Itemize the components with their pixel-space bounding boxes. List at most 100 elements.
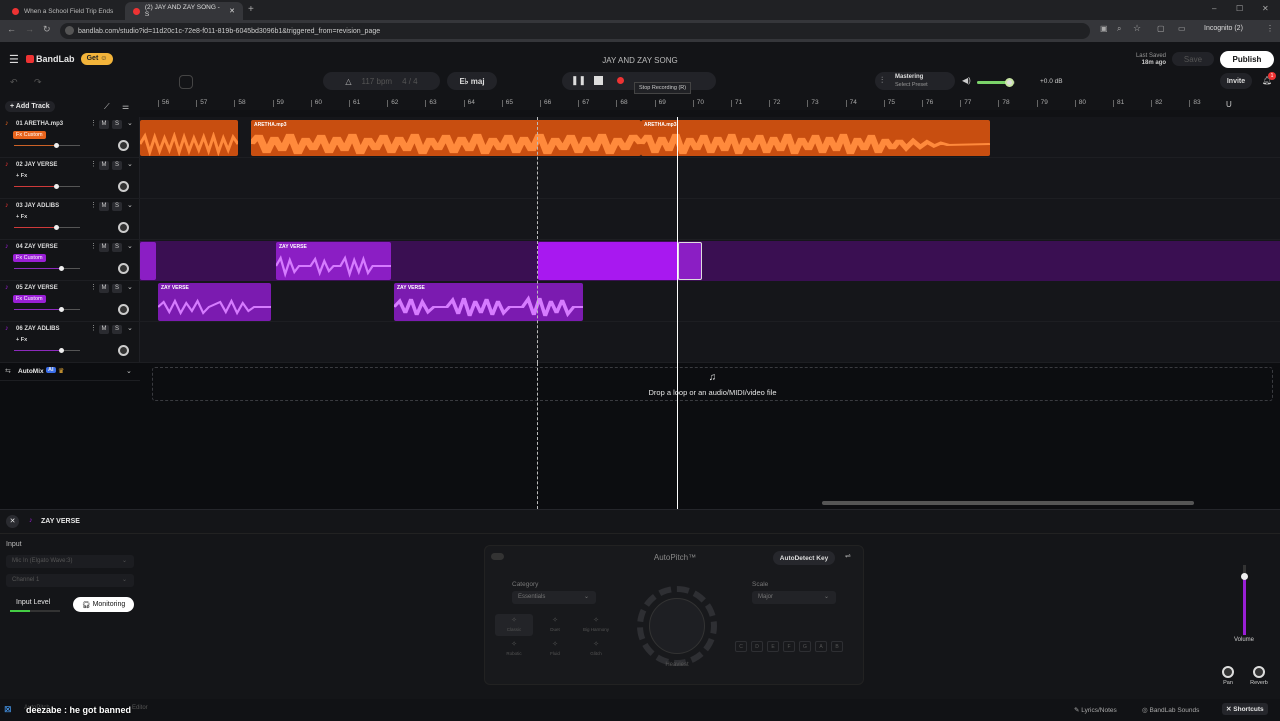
volume-knob[interactable] xyxy=(58,307,64,312)
mastering-button[interactable]: ⫶ Mastering Select Preset xyxy=(875,72,955,90)
pan-knob[interactable] xyxy=(118,140,129,151)
pan-knob[interactable] xyxy=(118,222,129,233)
track-header[interactable]: ♪ 06 ZAY ADLIBS ⋮ M S ⌄ + Fx xyxy=(0,322,140,363)
close-panel-icon[interactable]: ✕ xyxy=(6,515,19,528)
effect-tile[interactable]: ✧ Big Harmony xyxy=(577,614,615,636)
volume-slider[interactable] xyxy=(14,307,80,312)
chevron-down-icon[interactable]: ⌄ xyxy=(127,119,133,127)
clip-aretha-b[interactable]: ARETHA.mp3 xyxy=(641,120,990,156)
editor-tab[interactable]: Editor xyxy=(132,705,148,711)
track-lanes[interactable]: ARETHA.mp3 ARETHA.mp3 ZAY VERSE ZAY VERS… xyxy=(140,117,1280,363)
chevron-down-icon[interactable]: ⌄ xyxy=(126,367,132,375)
autopitch-dial[interactable] xyxy=(637,586,717,666)
record-icon[interactable] xyxy=(617,77,624,84)
pan-knob[interactable] xyxy=(118,345,129,356)
track-header[interactable]: ♪ 04 ZAY VERSE ⋮ M S ⌄ Fx Custom xyxy=(0,240,140,281)
volume-knob[interactable] xyxy=(54,225,60,230)
effect-tile[interactable]: ✧ Fluid xyxy=(536,638,574,660)
solo-button[interactable]: S xyxy=(112,284,122,293)
playhead[interactable] xyxy=(677,117,678,363)
volume-slider[interactable] xyxy=(14,266,80,271)
volume-knob[interactable] xyxy=(54,143,60,148)
volume-knob[interactable] xyxy=(58,348,64,353)
project-title[interactable]: JAY AND ZAY SONG xyxy=(0,56,1280,65)
master-volume-slider[interactable] xyxy=(977,78,1015,87)
bpm-value[interactable]: 117 bpm xyxy=(362,77,393,86)
volume-knob[interactable] xyxy=(54,184,60,189)
fx-button[interactable]: Fx Custom xyxy=(13,295,46,303)
more-options-icon[interactable]: ⋮ xyxy=(90,160,97,168)
fx-button[interactable]: + Fx xyxy=(13,213,30,221)
key-button[interactable]: C xyxy=(735,641,747,652)
key-button[interactable]: E xyxy=(767,641,779,652)
forward-icon[interactable]: → xyxy=(25,24,34,34)
track-header[interactable]: ♪ 03 JAY ADLIBS ⋮ M S ⌄ + Fx xyxy=(0,199,140,240)
url-field[interactable]: bandlab.com/studio?id=11d20c1c-72e8-f011… xyxy=(60,23,1090,39)
recording-region[interactable] xyxy=(538,242,680,280)
key-button[interactable]: A xyxy=(815,641,827,652)
stop-icon[interactable] xyxy=(594,76,603,85)
close-tab-icon[interactable]: ✕ xyxy=(229,7,235,15)
redo-icon[interactable]: ↷ xyxy=(34,77,42,88)
mute-button[interactable]: M xyxy=(99,120,109,129)
tab-search-icon[interactable]: ▢ xyxy=(1157,24,1165,33)
fx-button[interactable]: Fx Custom xyxy=(13,131,46,139)
autodetect-key-button[interactable]: AutoDetect Key xyxy=(773,551,835,565)
fx-button[interactable]: + Fx xyxy=(13,172,30,180)
volume-slider[interactable] xyxy=(14,184,80,189)
new-tab-icon[interactable]: + xyxy=(248,4,254,15)
solo-button[interactable]: S xyxy=(112,243,122,252)
mute-button[interactable]: M xyxy=(99,202,109,211)
bookmark-star-icon[interactable]: ☆ xyxy=(1133,23,1141,34)
settings-sliders-icon[interactable]: ⇌ xyxy=(845,552,851,560)
effect-tile[interactable]: ✧ Robotic xyxy=(495,638,533,660)
save-button[interactable]: Save xyxy=(1172,52,1214,66)
publish-button[interactable]: Publish xyxy=(1220,51,1274,68)
more-options-icon[interactable]: ⋮ xyxy=(90,119,97,127)
lyrics-notes-tab[interactable]: ✎ Lyrics/Notes xyxy=(1074,706,1117,714)
more-options-icon[interactable]: ⋮ xyxy=(90,283,97,291)
recording-edge[interactable] xyxy=(678,242,702,280)
chevron-down-icon[interactable]: ⌄ xyxy=(127,283,133,291)
mute-button[interactable]: M xyxy=(99,161,109,170)
pan-knob[interactable] xyxy=(1222,666,1234,678)
pan-knob[interactable] xyxy=(118,181,129,192)
maximize-icon[interactable]: ☐ xyxy=(1236,4,1243,13)
volume-slider[interactable] xyxy=(14,225,80,230)
track-header[interactable]: ♪ 01 ARETHA.mp3 ⋮ M S ⌄ Fx Custom xyxy=(0,117,140,158)
incognito-profile[interactable]: Incognito (2) xyxy=(1204,25,1243,32)
chevron-down-icon[interactable]: ⌄ xyxy=(127,324,133,332)
undo-icon[interactable]: ↶ xyxy=(10,77,18,88)
mute-button[interactable]: M xyxy=(99,284,109,293)
scale-select[interactable]: Major ⌄ xyxy=(752,591,836,604)
clip-zay-verse-1[interactable]: ZAY VERSE xyxy=(276,242,391,280)
zoom-icon[interactable]: ⌕ xyxy=(1117,24,1121,34)
invite-button[interactable]: Invite xyxy=(1220,73,1252,89)
effect-tile[interactable]: ✧ Glitch xyxy=(577,638,615,660)
chevron-down-icon[interactable]: ⌄ xyxy=(127,160,133,168)
clip-aretha-a[interactable]: ARETHA.mp3 xyxy=(251,120,641,156)
shortcuts-button[interactable]: ✕ Shortcuts xyxy=(1222,703,1268,715)
track-header[interactable]: ♪ 02 JAY VERSE ⋮ M S ⌄ + Fx xyxy=(0,158,140,199)
solo-button[interactable]: S xyxy=(112,325,122,334)
wand-icon[interactable]: ⟋ xyxy=(104,102,110,112)
close-window-icon[interactable]: ✕ xyxy=(1262,4,1269,13)
tab-bandlab[interactable]: (2) JAY AND ZAY SONG - S ✕ xyxy=(125,2,243,20)
solo-button[interactable]: S xyxy=(112,202,122,211)
key-button[interactable]: D xyxy=(751,641,763,652)
category-select[interactable]: Essentials ⌄ xyxy=(512,591,596,604)
solo-button[interactable]: S xyxy=(112,120,122,129)
clip-zay-start[interactable] xyxy=(140,242,156,280)
volume-fader[interactable] xyxy=(1241,565,1248,635)
effect-tile[interactable]: ✧ Duet xyxy=(536,614,574,636)
back-icon[interactable]: ← xyxy=(7,24,16,34)
split-view-icon[interactable]: ▭ xyxy=(1178,24,1186,33)
bandlab-sounds-tab[interactable]: ◎ BandLab Sounds xyxy=(1142,706,1199,714)
input-device-select[interactable]: Mic In (Elgato Wave:3) ⌄ xyxy=(6,555,134,568)
speaker-icon[interactable]: ◀) xyxy=(962,76,971,85)
more-options-icon[interactable]: ⋮ xyxy=(90,242,97,250)
drop-zone[interactable]: ♫ Drop a loop or an audio/MIDI/video fil… xyxy=(152,367,1273,401)
timeline-ruler[interactable]: 56 57 58 59 60 61 62 63 64 65 66 67 68 69 70 71 72 73 74 75… xyxy=(140,97,1280,110)
minimize-icon[interactable]: – xyxy=(1212,4,1216,13)
track-header[interactable]: ♪ 05 ZAY VERSE ⋮ M S ⌄ Fx Custom xyxy=(0,281,140,322)
